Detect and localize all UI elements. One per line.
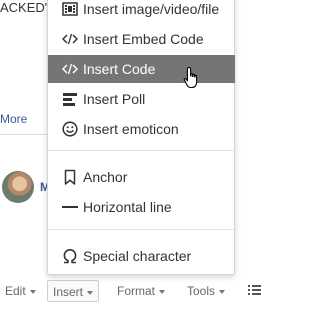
tools-menu-button[interactable]: Tools bbox=[182, 280, 230, 302]
menu-item-label: Horizontal line bbox=[83, 199, 172, 215]
chevron-down-icon bbox=[87, 290, 94, 295]
format-menu-button[interactable]: Format bbox=[112, 280, 170, 302]
avatar[interactable] bbox=[2, 171, 34, 203]
divider bbox=[0, 134, 48, 135]
menu-item-horizontal-line[interactable]: Horizontal line bbox=[48, 193, 235, 221]
image-video-icon bbox=[62, 2, 78, 16]
edit-menu-label: Edit bbox=[5, 284, 26, 298]
chevron-down-icon bbox=[219, 289, 226, 294]
chevron-down-icon bbox=[29, 289, 36, 294]
menu-item-insert-media[interactable]: Insert image/video/file bbox=[48, 0, 235, 23]
format-menu-label: Format bbox=[117, 284, 156, 298]
horizontal-line-icon bbox=[62, 206, 78, 208]
menu-item-label: Insert Embed Code bbox=[83, 31, 204, 47]
omega-icon bbox=[63, 249, 77, 264]
post-text-fragment: ACKED" bbox=[0, 0, 50, 15]
bullet-list-icon[interactable] bbox=[248, 285, 261, 296]
smiley-icon bbox=[62, 121, 78, 137]
hand-cursor-icon bbox=[183, 66, 198, 89]
more-link[interactable]: More bbox=[0, 112, 27, 126]
poll-icon bbox=[63, 93, 77, 106]
menu-item-insert-embed-code[interactable]: Insert Embed Code bbox=[48, 25, 235, 53]
menu-item-label: Special character bbox=[83, 248, 192, 264]
tools-menu-label: Tools bbox=[187, 284, 216, 298]
menu-item-insert-code[interactable]: Insert Code bbox=[48, 55, 235, 83]
edit-menu-button[interactable]: Edit bbox=[0, 280, 41, 302]
menu-item-label: Insert emoticon bbox=[83, 121, 179, 137]
menu-item-insert-poll[interactable]: Insert Poll bbox=[48, 85, 235, 113]
insert-menu-label: Insert bbox=[53, 285, 84, 299]
menu-item-label: Insert Code bbox=[83, 61, 156, 77]
bookmark-icon bbox=[64, 169, 76, 185]
menu-separator bbox=[48, 229, 235, 230]
menu-item-label: Anchor bbox=[83, 169, 128, 185]
code-icon bbox=[62, 63, 78, 75]
menu-item-label: Insert Poll bbox=[83, 91, 146, 107]
code-icon bbox=[62, 33, 78, 45]
editor-menubar: Edit Insert Format Tools bbox=[0, 276, 280, 306]
chevron-down-icon bbox=[159, 289, 166, 294]
menu-item-special-character[interactable]: Special character bbox=[48, 242, 235, 270]
insert-dropdown-menu: Insert image/video/file Insert Embed Cod… bbox=[47, 0, 235, 275]
menu-item-insert-emoticon[interactable]: Insert emoticon bbox=[48, 115, 235, 143]
menu-separator bbox=[48, 150, 235, 151]
menu-item-label: Insert image/video/file bbox=[83, 1, 220, 17]
insert-menu-button[interactable]: Insert bbox=[47, 280, 100, 302]
menu-item-anchor[interactable]: Anchor bbox=[48, 163, 235, 191]
